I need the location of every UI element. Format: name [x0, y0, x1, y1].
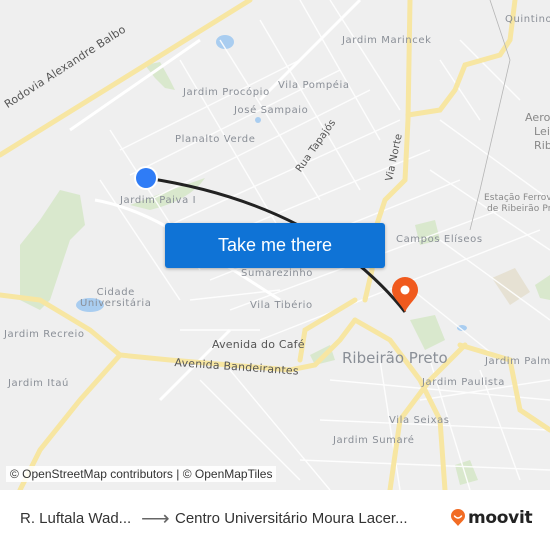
map-view[interactable]: Rodovia Alexandre Balbo Jardim Marincek … [0, 0, 550, 490]
area-label-jose-sampaio: José Sampaio [234, 105, 309, 116]
area-label-jardim-palma: Jardim Palm [485, 356, 550, 367]
cidade-line-2: Universitária [80, 298, 152, 309]
aeroporto-line-3: Rib [534, 139, 550, 152]
area-label-vila-seixas: Vila Seixas [389, 415, 450, 426]
area-label-jardim-paulista: Jardim Paulista [422, 377, 505, 388]
area-label-sumarezinho: Sumarezinho [241, 268, 314, 279]
area-label-jardim-recreio: Jardim Recreio [4, 329, 85, 340]
aeroporto-line-1: Aerop [525, 111, 550, 124]
moovit-pin-icon [451, 509, 465, 526]
area-label-campos-eliseos: Campos Elíseos [396, 234, 483, 245]
area-label-aeroporto: Aerop Leit Rib [525, 111, 550, 153]
origin-marker[interactable] [134, 166, 158, 190]
area-label-jardim-marincek: Jardim Marincek [342, 35, 432, 46]
area-label-vila-pompeia: Vila Pompéia [278, 80, 350, 91]
area-label-vila-tiberio: Vila Tibério [250, 300, 313, 311]
area-label-jardim-itau: Jardim Itaú [8, 378, 69, 389]
destination-pin-icon[interactable] [392, 277, 418, 312]
city-label-ribeirao-preto: Ribeirão Preto [342, 349, 448, 367]
area-label-planalto-verde: Planalto Verde [175, 134, 256, 145]
area-label-estacao: Estação Ferroviá de Ribeirão Pre [484, 193, 550, 215]
area-label-jardim-paiva: Jardim Paiva I [120, 195, 197, 206]
destination-name: Centro Universitário Moura Lacer... [175, 510, 408, 527]
land-area [492, 268, 530, 305]
estacao-line-2: de Ribeirão Pre [486, 204, 550, 214]
origin-name: R. Luftala Wad... [20, 510, 132, 527]
estacao-line-1: Estação Ferroviá [484, 193, 550, 203]
cidade-line-1: Cidade [96, 287, 135, 298]
area-label-jardim-sumare: Jardim Sumaré [333, 435, 415, 446]
road-label-avenida-do-cafe: Avenida do Café [212, 338, 305, 351]
aeroporto-line-2: Leit [534, 125, 550, 138]
map-attribution[interactable]: © OpenStreetMap contributors | © OpenMap… [6, 466, 277, 482]
moovit-wordmark: moovit [468, 508, 533, 528]
route-footer: R. Luftala Wad... ⟶ Centro Universitário… [0, 490, 550, 550]
moovit-logo[interactable]: moovit [450, 508, 533, 528]
arrow-right-icon: ⟶ [141, 508, 170, 530]
area-label-cidade-universitaria: Cidade Universitária [80, 287, 151, 309]
area-label-jardim-procopio: Jardim Procópio [183, 87, 270, 98]
take-me-there-button[interactable]: Take me there [165, 223, 385, 268]
area-label-quintino: Quintino [505, 14, 550, 25]
